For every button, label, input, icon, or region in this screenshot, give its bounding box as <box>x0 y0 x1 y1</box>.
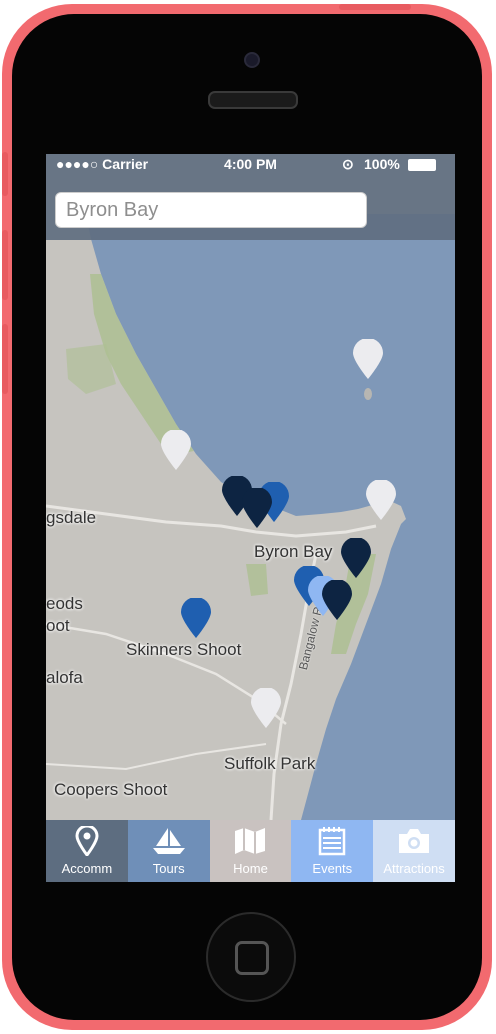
map-pin-navy[interactable] <box>242 488 272 528</box>
home-button[interactable] <box>206 912 296 1002</box>
map-pin-white[interactable] <box>161 430 191 470</box>
tab-home[interactable]: Home <box>209 820 292 882</box>
map-pin-navy[interactable] <box>341 538 371 578</box>
tab-label: Home <box>233 861 268 876</box>
app-screen: ●●●●○ Carrier 4:00 PM ⊙ 100% Byron Bay S… <box>46 154 455 882</box>
map-label-byron-bay: Byron Bay <box>254 542 333 561</box>
map-label-coopers-shoot: Coopers Shoot <box>54 780 168 799</box>
map-pin-white[interactable] <box>251 688 281 728</box>
search-input[interactable] <box>55 192 367 228</box>
tab-label: Events <box>312 861 353 876</box>
battery-icon <box>408 159 436 171</box>
home-square-icon <box>235 941 269 975</box>
map-icon <box>235 828 266 854</box>
tab-label: Attractions <box>383 861 445 876</box>
julian-rocks <box>364 388 372 400</box>
map-pin-navy[interactable] <box>322 580 352 620</box>
tab-tours[interactable]: Tours <box>127 820 210 882</box>
tab-label: Tours <box>152 861 185 876</box>
map-pin-white[interactable] <box>366 480 396 520</box>
top-bar: ●●●●○ Carrier 4:00 PM ⊙ 100% <box>46 154 455 240</box>
volume-down-button <box>2 324 8 394</box>
map-label-skinners-shoot: Skinners Shoot <box>126 640 242 659</box>
tab-label: Accomm <box>61 861 113 876</box>
earpiece-speaker <box>208 91 298 109</box>
battery-percent: 100% <box>364 156 400 172</box>
tab-bar: Accomm Tours Home Events Attractions <box>46 820 455 882</box>
tab-events[interactable]: Events <box>291 820 374 882</box>
map-label-ewingsdale: gsdale <box>46 508 97 527</box>
camera-icon <box>399 829 430 853</box>
volume-up-button <box>2 230 8 300</box>
status-bar: ●●●●○ Carrier 4:00 PM ⊙ 100% <box>46 154 455 174</box>
map-label-mcleods-shoot: oot <box>46 616 70 635</box>
rotation-lock-icon: ⊙ <box>342 156 354 172</box>
map-pin-blue[interactable] <box>181 598 211 638</box>
map-label-suffolk-park: Suffolk Park <box>224 754 316 773</box>
sailboat-icon <box>152 828 185 854</box>
tab-attractions[interactable]: Attractions <box>373 820 455 882</box>
map-label-mcleods: eods <box>46 594 83 613</box>
calendar-icon <box>319 827 346 856</box>
front-camera <box>244 52 260 68</box>
map-label-talofa: alofa <box>46 668 83 687</box>
map-pin-white[interactable] <box>353 339 383 379</box>
mute-switch <box>2 152 8 196</box>
tab-accomm[interactable]: Accomm <box>46 820 128 882</box>
location-pin-icon <box>75 826 99 856</box>
power-button <box>339 4 411 10</box>
